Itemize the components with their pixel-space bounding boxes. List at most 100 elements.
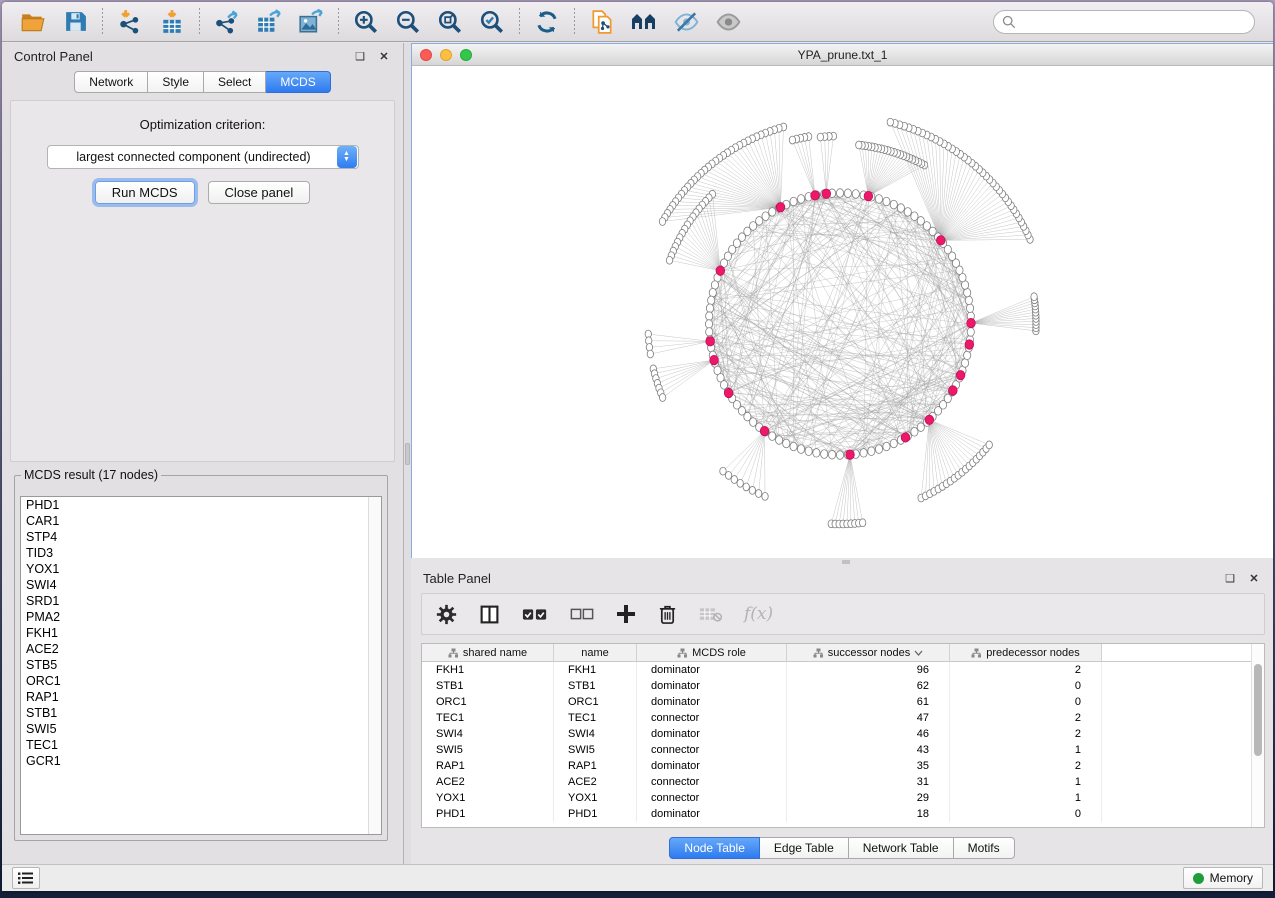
memory-button[interactable]: Memory (1183, 867, 1263, 889)
cell-successor_nodes: 18 (787, 806, 950, 822)
new-network-from-selection-button[interactable] (581, 6, 623, 38)
import-table-button[interactable] (151, 6, 193, 38)
mcds-result-item[interactable]: STB5 (21, 657, 381, 673)
search-input[interactable] (1021, 15, 1246, 29)
cell-mcds_role: connector (637, 774, 787, 790)
mcds-result-item[interactable]: TEC1 (21, 737, 381, 753)
table-row[interactable]: TEC1TEC1connector472 (422, 710, 1264, 726)
mcds-result-item[interactable]: SRD1 (21, 593, 381, 609)
cell-shared_name: RAP1 (422, 758, 554, 774)
optimization-criterion-select[interactable]: largest connected component (undirected)… (47, 145, 359, 169)
show-columns-icon[interactable] (479, 604, 500, 625)
zoom-out-button[interactable] (387, 6, 429, 38)
network-canvas[interactable] (412, 66, 1273, 558)
deselect-all-icon[interactable] (570, 606, 594, 622)
mcds-result-list[interactable]: PHD1CAR1STP4TID3YOX1SWI4SRD1PMA2FKH1ACE2… (20, 496, 382, 835)
mcds-result-item[interactable]: SWI5 (21, 721, 381, 737)
table-row[interactable]: STB1STB1dominator620 (422, 678, 1264, 694)
cell-shared_name: TEC1 (422, 710, 554, 726)
search-field[interactable] (993, 10, 1255, 34)
float-panel-icon[interactable]: ❑ (353, 50, 367, 63)
run-mcds-button[interactable]: Run MCDS (95, 181, 195, 204)
show-all-button[interactable] (707, 6, 749, 38)
mcds-result-item[interactable]: SWI4 (21, 577, 381, 593)
delete-row-icon[interactable] (658, 604, 677, 625)
first-neighbors-button[interactable] (623, 6, 665, 38)
toolbar-separator (338, 8, 339, 36)
table-row[interactable]: ORC1ORC1dominator610 (422, 694, 1264, 710)
mcds-result-item[interactable]: ACE2 (21, 641, 381, 657)
save-session-button[interactable] (54, 6, 96, 38)
apply-layout-button[interactable] (526, 6, 568, 38)
close-panel-icon[interactable]: ✕ (1247, 572, 1261, 585)
splitter-grip[interactable] (842, 560, 850, 564)
mcds-result-item[interactable]: RAP1 (21, 689, 381, 705)
toolbar-separator (199, 8, 200, 36)
mcds-list-scrollbar[interactable] (368, 497, 381, 834)
cell-predecessor_nodes: 2 (950, 758, 1102, 774)
tab-select[interactable]: Select (204, 71, 266, 93)
tab-network-table[interactable]: Network Table (849, 837, 954, 859)
mcds-result-item[interactable]: TID3 (21, 545, 381, 561)
cell-shared_name: PHD1 (422, 806, 554, 822)
open-session-button[interactable] (12, 6, 54, 38)
column-header-predecessor_nodes[interactable]: predecessor nodes (950, 644, 1102, 661)
tab-edge-table[interactable]: Edge Table (760, 837, 849, 859)
cell-predecessor_nodes: 2 (950, 710, 1102, 726)
table-row[interactable]: ACE2ACE2connector311 (422, 774, 1264, 790)
mcds-result-item[interactable]: PHD1 (21, 497, 381, 513)
export-table-button[interactable] (248, 6, 290, 38)
tab-network[interactable]: Network (74, 71, 148, 93)
import-network-button[interactable] (109, 6, 151, 38)
column-header-successor_nodes[interactable]: successor nodes (787, 644, 950, 661)
zoom-fit-button[interactable] (429, 6, 471, 38)
control-panel-title: Control Panel (14, 49, 93, 64)
table-row[interactable]: RAP1RAP1dominator352 (422, 758, 1264, 774)
float-panel-icon[interactable]: ❑ (1223, 572, 1237, 585)
mcds-result-item[interactable]: ORC1 (21, 673, 381, 689)
network-graph (412, 66, 1272, 558)
vertical-splitter[interactable] (404, 43, 411, 864)
tab-mcds[interactable]: MCDS (266, 71, 330, 93)
zoom-selected-button[interactable] (471, 6, 513, 38)
mcds-result-item[interactable]: STB1 (21, 705, 381, 721)
splitter-grip[interactable] (405, 443, 410, 465)
mcds-result-item[interactable]: STP4 (21, 529, 381, 545)
network-titlebar[interactable]: YPA_prune.txt_1 (412, 44, 1273, 66)
table-row[interactable]: FKH1FKH1dominator962 (422, 662, 1264, 678)
hide-selected-button[interactable] (665, 6, 707, 38)
tab-motifs[interactable]: Motifs (954, 837, 1015, 859)
table-row[interactable]: SWI4SWI4dominator462 (422, 726, 1264, 742)
table-scrollbar[interactable] (1251, 644, 1264, 827)
mcds-result-item[interactable]: FKH1 (21, 625, 381, 641)
close-panel-button[interactable]: Close panel (208, 181, 311, 204)
horizontal-splitter[interactable] (411, 558, 1273, 565)
zoom-in-button[interactable] (345, 6, 387, 38)
export-image-icon (298, 9, 324, 35)
add-row-icon[interactable] (616, 604, 636, 624)
table-row[interactable]: YOX1YOX1connector291 (422, 790, 1264, 806)
settings-gear-icon[interactable] (436, 604, 457, 625)
zoom-in-icon (353, 9, 379, 35)
table-row[interactable]: PHD1PHD1dominator180 (422, 806, 1264, 822)
tab-node-table[interactable]: Node Table (669, 837, 760, 859)
scrollbar-thumb[interactable] (1254, 664, 1262, 756)
task-history-button[interactable] (12, 867, 40, 889)
column-header-name[interactable]: name (554, 644, 637, 661)
close-panel-icon[interactable]: ✕ (377, 50, 391, 63)
mcds-result-item[interactable]: GCR1 (21, 753, 381, 769)
table-body: FKH1FKH1dominator962STB1STB1dominator620… (422, 662, 1264, 822)
tab-style[interactable]: Style (148, 71, 204, 93)
column-header-mcds_role[interactable]: MCDS role (637, 644, 787, 661)
export-image-button[interactable] (290, 6, 332, 38)
column-header-shared_name[interactable]: shared name (422, 644, 554, 661)
node-table[interactable]: shared namenameMCDS rolesuccessor nodesp… (421, 643, 1265, 828)
import-table-icon (159, 9, 185, 35)
mcds-result-item[interactable]: YOX1 (21, 561, 381, 577)
mcds-result-item[interactable]: CAR1 (21, 513, 381, 529)
export-network-button[interactable] (206, 6, 248, 38)
table-row[interactable]: SWI5SWI5connector431 (422, 742, 1264, 758)
select-all-icon[interactable] (522, 605, 548, 623)
cell-mcds_role: connector (637, 710, 787, 726)
mcds-result-item[interactable]: PMA2 (21, 609, 381, 625)
